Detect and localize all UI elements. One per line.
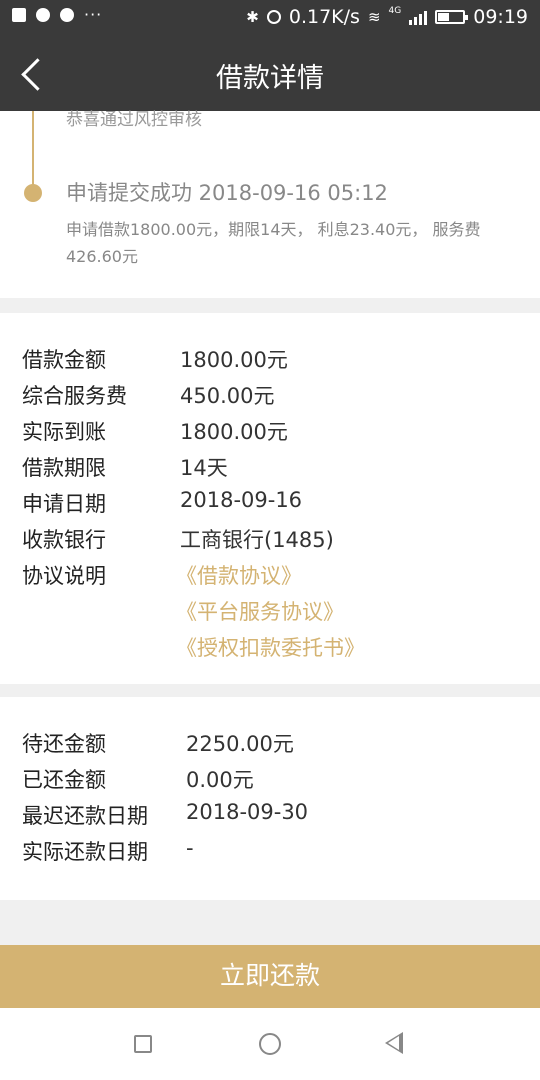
detail-value: 1800.00元 [180,348,288,372]
detail-label: 申请日期 [22,492,106,516]
timeline-line [32,111,34,191]
download-icon [60,8,74,22]
signal-icon [409,9,428,25]
timeline-previous-step: 恭喜通过风控审核 [66,110,202,130]
download-icon [36,8,50,22]
network-type: 4G [388,6,402,16]
repay-label: 已还金额 [22,768,106,792]
detail-value: 工商银行(1485) [180,528,334,552]
system-nav-bar [0,1008,540,1080]
wifi-icon: ≋ [367,8,381,26]
progress-timeline: 恭喜通过风控审核 申请提交成功 2018-09-16 05:12 申请借款180… [0,110,540,298]
loan-details: 借款金额 1800.00元 综合服务费 450.00元 实际到账 1800.00… [0,313,540,684]
platform-agreement-link[interactable]: 《平台服务协议》 [176,596,344,626]
detail-value: 2018-09-16 [180,488,303,512]
clock: 09:19 [473,6,528,28]
nav-back-icon[interactable] [385,1032,403,1054]
detail-label: 借款期限 [22,456,106,480]
timeline-step-title: 申请提交成功 2018-09-16 05:12 [66,181,388,205]
app-header: 借款详情 [0,36,540,111]
repay-value: 2250.00元 [186,732,294,756]
detail-label: 收款银行 [22,528,106,552]
detail-value: 1800.00元 [180,420,288,444]
repay-value: 2018-09-30 [186,800,309,824]
detail-label: 综合服务费 [22,384,127,408]
repay-value: 0.00元 [186,768,254,792]
page-title: 借款详情 [216,63,324,94]
battery-icon [435,10,469,24]
alarm-icon [266,10,281,24]
repay-label: 最迟还款日期 [22,804,148,828]
agreement-label: 协议说明 [22,564,106,588]
loan-agreement-link[interactable]: 《借款协议》 [176,560,302,590]
more-notifications-icon: ··· [84,5,103,24]
timeline-dot [24,184,42,202]
status-bar: ··· ✱ 0.17K/s ≋ 4G 09:19 [0,0,540,36]
detail-label: 实际到账 [22,420,106,444]
repayment-details: 待还金额 2250.00元 已还金额 0.00元 最迟还款日期 2018-09-… [0,697,540,900]
repay-value: - [186,836,194,860]
network-speed: 0.17K/s [288,6,360,28]
detail-value: 450.00元 [180,384,275,408]
image-icon [12,8,26,22]
home-icon[interactable] [259,1033,281,1055]
timeline-step-desc: 申请借款1800.00元，期限14天， 利息23.40元， 服务费426.60元 [66,220,481,266]
repay-now-button[interactable]: 立即还款 [0,945,540,1008]
detail-value: 14天 [180,456,228,480]
detail-label: 借款金额 [22,348,106,372]
bluetooth-icon: ✱ [246,8,259,26]
debit-authorization-link[interactable]: 《授权扣款委托书》 [176,632,365,662]
repay-label: 待还金额 [22,732,106,756]
repay-label: 实际还款日期 [22,840,148,864]
recents-icon[interactable] [134,1035,152,1053]
